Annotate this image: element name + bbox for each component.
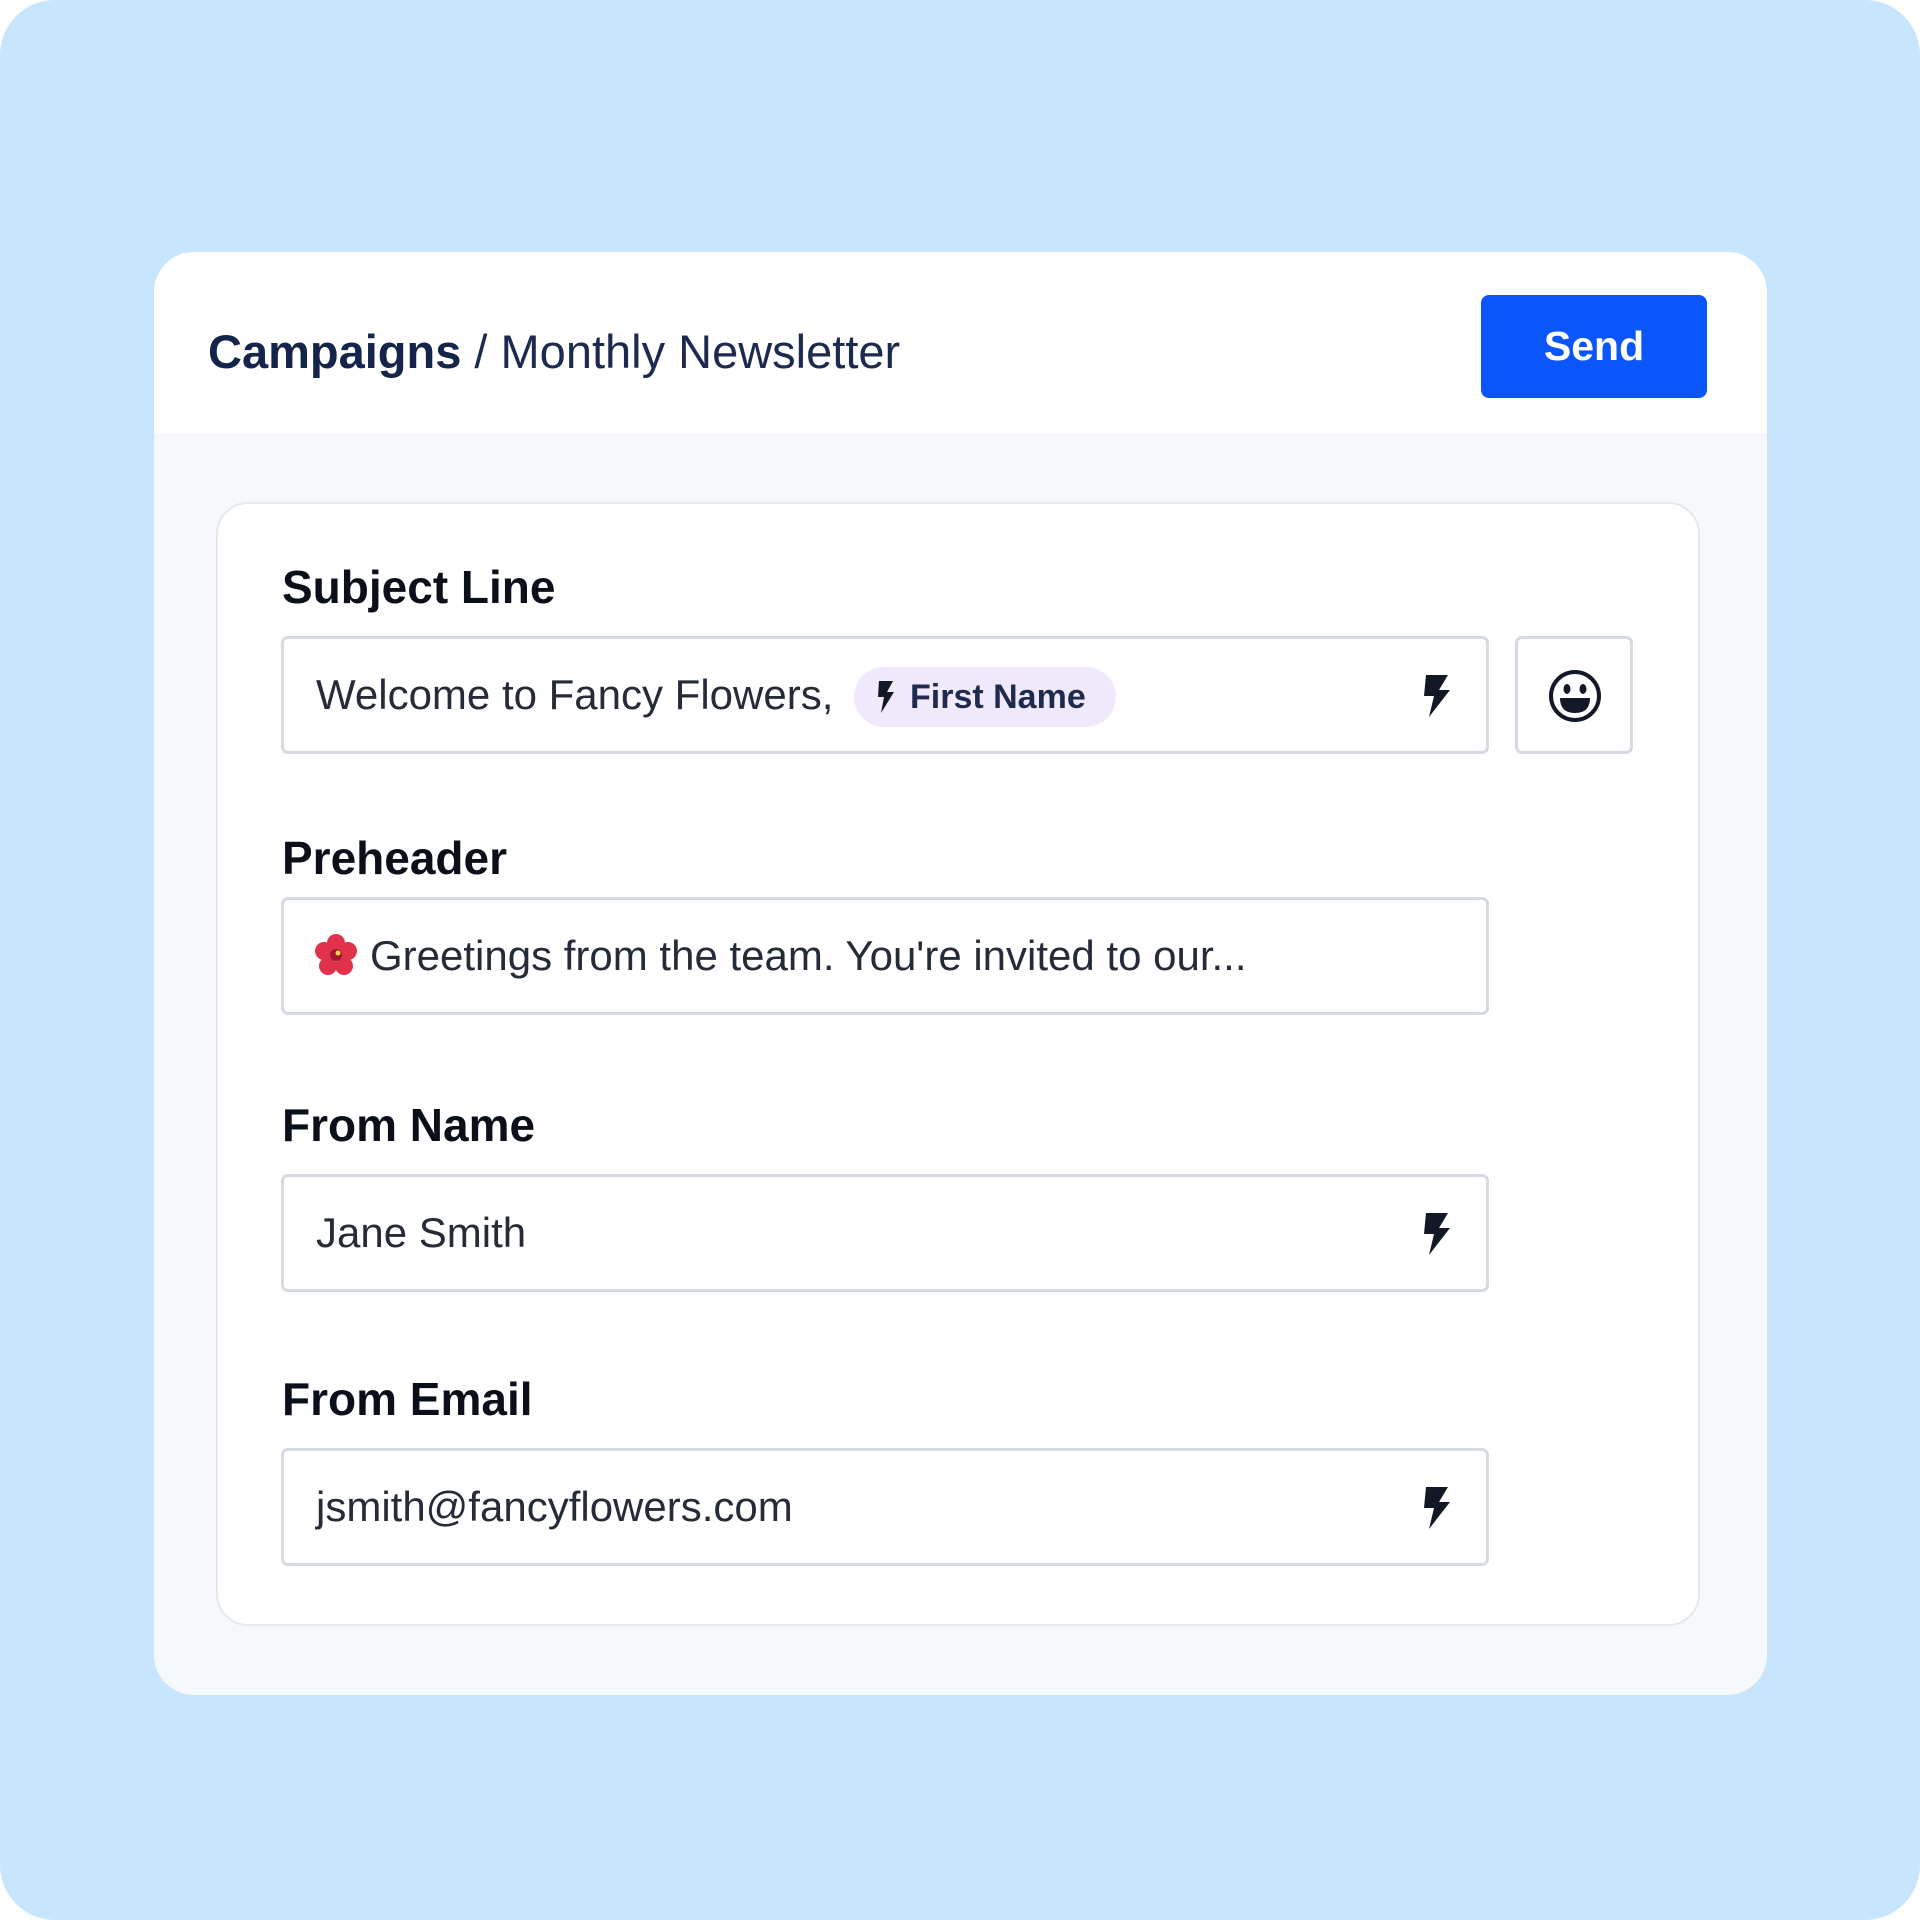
- smiley-icon: [1549, 670, 1601, 722]
- breadcrumb: Campaigns / Monthly Newsletter: [208, 322, 900, 382]
- from-name-label: From Name: [282, 1099, 536, 1151]
- preheader-input[interactable]: Greetings from the team. You're invited …: [281, 897, 1489, 1015]
- first-name-token-chip[interactable]: First Name: [854, 667, 1116, 727]
- subject-line-label: Subject Line: [282, 561, 556, 613]
- breadcrumb-current-page: Monthly Newsletter: [500, 325, 901, 378]
- from-name-value: Jane Smith: [316, 1209, 527, 1256]
- personalize-bolt-icon[interactable]: [1422, 1487, 1452, 1529]
- subject-line-input[interactable]: Welcome to Fancy Flowers, First Name: [281, 636, 1489, 754]
- breadcrumb-separator: /: [461, 325, 501, 378]
- campaign-editor-window: Campaigns / Monthly Newsletter Send Subj…: [154, 252, 1767, 1695]
- send-button[interactable]: Send: [1481, 295, 1707, 398]
- token-chip-label: First Name: [910, 677, 1086, 716]
- page-background: Campaigns / Monthly Newsletter Send Subj…: [0, 0, 1920, 1920]
- personalize-bolt-icon[interactable]: [1422, 1213, 1452, 1255]
- editor-header: Campaigns / Monthly Newsletter Send: [154, 252, 1767, 433]
- from-name-input[interactable]: Jane Smith: [281, 1174, 1489, 1292]
- breadcrumb-campaigns-link[interactable]: Campaigns: [208, 325, 461, 378]
- from-email-value: jsmith@fancyflowers.com: [316, 1483, 793, 1530]
- emoji-picker-button[interactable]: [1515, 636, 1633, 754]
- settings-card: Subject Line Welcome to Fancy Flowers, F…: [216, 502, 1700, 1626]
- preheader-label: Preheader: [282, 832, 508, 884]
- preheader-value: Greetings from the team. You're invited …: [370, 932, 1247, 979]
- bolt-icon: [878, 681, 894, 713]
- from-email-input[interactable]: jsmith@fancyflowers.com: [281, 1448, 1489, 1566]
- subject-line-value: Welcome to Fancy Flowers,: [316, 671, 834, 718]
- from-email-label: From Email: [282, 1373, 533, 1425]
- hibiscus-icon: [315, 934, 357, 975]
- personalize-bolt-icon[interactable]: [1422, 675, 1452, 717]
